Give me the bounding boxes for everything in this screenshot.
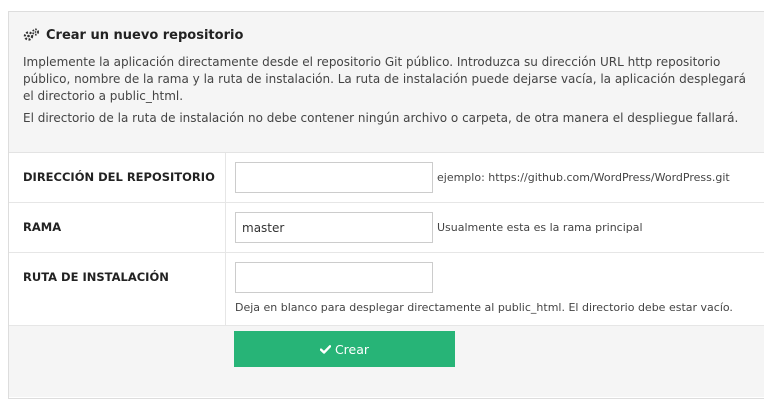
check-icon — [319, 344, 331, 354]
repository-url-label: DIRECCIÓN DEL REPOSITORIO — [9, 153, 226, 202]
branch-input[interactable] — [235, 212, 433, 243]
form-row-branch: RAMA Usualmente esta es la rama principa… — [9, 203, 764, 253]
repository-url-cell: ejemplo: https://github.com/WordPress/Wo… — [226, 153, 764, 202]
panel-title: Crear un nuevo repositorio — [46, 27, 244, 43]
description-warning: El directorio de la ruta de instalación … — [23, 111, 739, 125]
branch-label: RAMA — [9, 203, 226, 252]
install-path-cell: Deja en blanco para desplegar directamen… — [226, 253, 764, 325]
install-path-hint: Deja en blanco para desplegar directamen… — [235, 301, 733, 314]
panel-title-row: Crear un nuevo repositorio — [23, 26, 753, 44]
form-row-repository: DIRECCIÓN DEL REPOSITORIO ejemplo: https… — [9, 153, 764, 203]
panel-header: Crear un nuevo repositorio Implemente la… — [9, 12, 764, 153]
repository-form: DIRECCIÓN DEL REPOSITORIO ejemplo: https… — [9, 153, 764, 326]
install-path-input[interactable] — [235, 262, 433, 293]
branch-hint: Usualmente esta es la rama principal — [437, 221, 643, 234]
description-paragraph: Implemente la aplicación directamente de… — [23, 55, 746, 103]
gears-icon — [23, 28, 40, 42]
create-repository-panel: Crear un nuevo repositorio Implemente la… — [8, 11, 764, 399]
install-path-label: RUTA DE INSTALACIÓN — [9, 253, 226, 325]
repository-url-input[interactable] — [235, 162, 433, 193]
panel-description: Implemente la aplicación directamente de… — [23, 54, 753, 127]
branch-cell: Usualmente esta es la rama principal — [226, 203, 764, 252]
form-footer: Crear — [9, 326, 764, 397]
create-button-label: Crear — [334, 341, 370, 357]
form-row-install-path: RUTA DE INSTALACIÓN Deja en blanco para … — [9, 253, 764, 326]
create-button[interactable]: Crear — [234, 331, 455, 367]
repository-url-hint: ejemplo: https://github.com/WordPress/Wo… — [437, 171, 730, 184]
